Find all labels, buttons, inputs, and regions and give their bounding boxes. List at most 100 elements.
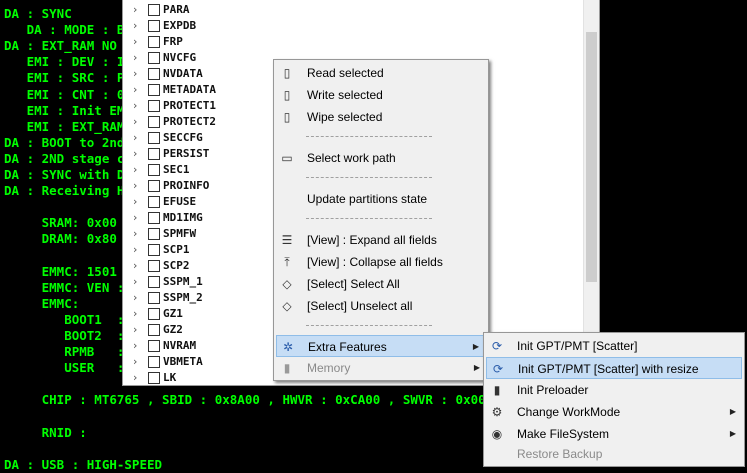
chevron-right-icon[interactable]: › [133,370,137,385]
console-line: BOOT1 : [4,311,125,327]
partition-checkbox[interactable] [148,228,160,240]
menu-item-label: [Select] Select All [307,277,400,291]
partition-checkbox[interactable] [148,276,160,288]
menu-item-write-selected[interactable]: ▯ Write selected [276,84,486,106]
partition-checkbox[interactable] [148,4,160,16]
menu-item-expand-all[interactable]: ☰ [View] : Expand all fields [276,229,486,251]
partition-row[interactable]: › FRP [123,34,583,50]
chevron-right-icon[interactable]: › [133,322,137,338]
console-line: DA : EXT_RAM NO [4,38,117,54]
chevron-right-icon[interactable]: › [133,82,137,98]
partition-checkbox[interactable] [148,180,160,192]
console-line: DA : Receiving HW [4,183,132,199]
chevron-right-icon[interactable]: › [133,210,137,226]
chevron-right-icon[interactable]: › [133,66,137,82]
chevron-right-icon[interactable]: › [133,242,137,258]
chevron-right-icon[interactable]: › [133,290,137,306]
menu-item-collapse-all[interactable]: ⤒ [View] : Collapse all fields [276,251,486,273]
chevron-right-icon[interactable]: › [133,130,137,146]
partition-row[interactable]: › EXPDB [123,18,583,34]
partition-checkbox[interactable] [148,372,160,384]
chevron-right-icon[interactable]: › [133,258,137,274]
console-line: DA : 2ND stage c [4,150,125,166]
partition-checkbox[interactable] [148,260,160,272]
chevron-right-icon[interactable]: › [133,306,137,322]
partition-checkbox[interactable] [148,292,160,304]
menu-item-restore-backup[interactable]: Restore Backup [486,443,742,465]
partition-name: VBMETA [163,355,203,368]
partition-checkbox[interactable] [148,36,160,48]
menu-item-label: Select work path [307,151,396,165]
chevron-right-icon[interactable]: › [133,194,137,210]
partition-checkbox[interactable] [148,356,160,368]
console-line: DA : BOOT to 2nd [4,134,125,150]
menu-item-label: Write selected [307,88,383,102]
console-line: EMMC: [4,295,80,311]
partition-checkbox[interactable] [148,148,160,160]
partition-checkbox[interactable] [148,164,160,176]
chevron-right-icon[interactable]: › [133,178,137,194]
partition-checkbox[interactable] [148,52,160,64]
partition-checkbox[interactable] [148,212,160,224]
partition-checkbox[interactable] [148,308,160,320]
chevron-right-icon[interactable]: › [133,18,137,34]
write-chip-icon: ▯ [283,88,291,102]
menu-item-label: [Select] Unselect all [307,299,413,313]
chevron-right-icon: ▶ [472,342,479,351]
partition-list-scrollbar[interactable] [583,0,599,385]
chevron-right-icon[interactable]: › [133,226,137,242]
menu-item-label: Memory [307,361,351,375]
partition-checkbox[interactable] [148,68,160,80]
chevron-right-icon[interactable]: › [133,50,137,66]
scrollbar-thumb[interactable] [586,32,597,282]
chevron-right-icon[interactable]: › [133,98,137,114]
partition-checkbox[interactable] [148,20,160,32]
partition-name: NVCFG [163,51,197,64]
partition-context-menu: ▯ Read selected ▯ Write selected ▯ Wipe … [273,59,489,381]
chevron-right-icon: ▶ [473,363,480,372]
chevron-right-icon[interactable]: › [133,2,137,18]
partition-name: FRP [163,35,183,48]
menu-item-extra-features[interactable]: ✲ Extra Features ▶ [276,335,486,357]
menu-item-select-all[interactable]: ◇ [Select] Select All [276,273,486,295]
menu-item-memory[interactable]: ▮ Memory ▶ [276,357,486,379]
chevron-right-icon: ▶ [729,429,736,438]
menu-item-read-selected[interactable]: ▯ Read selected [276,62,486,84]
menu-item-make-filesystem[interactable]: ◉ Make FileSystem ▶ [486,423,742,445]
menu-item-init-gpt-pmt[interactable]: ⟳ Init GPT/PMT [Scatter] [486,335,742,357]
menu-item-unselect-all[interactable]: ◇ [Select] Unselect all [276,295,486,317]
menu-item-change-workmode[interactable]: ⚙ Change WorkMode ▶ [486,401,742,423]
chevron-right-icon[interactable]: › [133,34,137,50]
partition-checkbox[interactable] [148,196,160,208]
partition-name: SECCFG [163,131,203,144]
partition-checkbox[interactable] [148,340,160,352]
partition-checkbox[interactable] [148,244,160,256]
partition-name: EFUSE [163,195,197,208]
menu-item-init-gpt-pmt-resize[interactable]: ⟳ Init GPT/PMT [Scatter] with resize [486,357,742,379]
partition-name: PROINFO [163,179,210,192]
chevron-right-icon[interactable]: › [133,338,137,354]
chevron-right-icon[interactable]: › [133,146,137,162]
chevron-right-icon[interactable]: › [133,114,137,130]
menu-item-init-preloader[interactable]: ▮ Init Preloader [486,379,742,401]
collapse-icon: ⤒ [284,255,290,269]
partition-checkbox[interactable] [148,324,160,336]
partition-checkbox[interactable] [148,116,160,128]
partition-name: SSPM_2 [163,291,203,304]
chip-icon: ▮ [493,383,501,397]
chevron-right-icon[interactable]: › [133,162,137,178]
partition-checkbox[interactable] [148,132,160,144]
partition-row[interactable]: › PARA [123,2,583,18]
chevron-right-icon[interactable]: › [133,354,137,370]
menu-separator [306,218,432,219]
menu-item-update-partitions-state[interactable]: Update partitions state [276,188,486,210]
menu-item-label: Wipe selected [307,110,383,124]
menu-item-wipe-selected[interactable]: ▯ Wipe selected [276,106,486,128]
tag-icon: ◇ [282,299,292,313]
menu-item-select-work-path[interactable]: ▭ Select work path [276,147,486,169]
chevron-right-icon[interactable]: › [133,274,137,290]
refresh-icon: ⟳ [492,362,504,376]
partition-checkbox[interactable] [148,84,160,96]
partition-checkbox[interactable] [148,100,160,112]
partition-name: NVDATA [163,67,203,80]
